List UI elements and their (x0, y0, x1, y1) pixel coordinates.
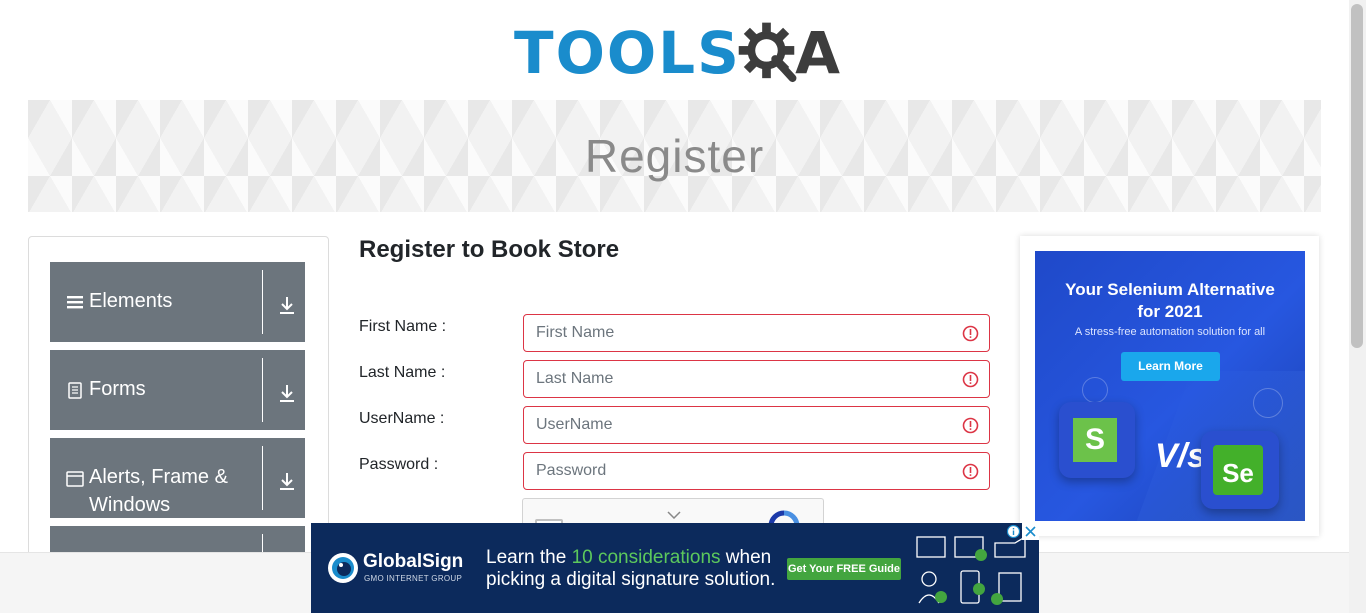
sidebar-group-forms[interactable]: Forms (50, 350, 305, 430)
code-icon (1253, 388, 1283, 418)
ad-msg-line2: picking a digital signature solution. (486, 569, 776, 590)
last-name-label: Last Name : (359, 364, 446, 381)
download-arrow-icon[interactable] (276, 294, 298, 316)
window-icon (66, 471, 84, 487)
document-icon (68, 382, 82, 399)
ad-headline-line1: Your Selenium Alternative (1065, 280, 1275, 299)
error-icon (962, 325, 979, 342)
gear-magnifier-icon (738, 22, 797, 83)
sidebar-group-label-line2: Windows (89, 494, 171, 516)
ad-msg-part2: when (720, 547, 772, 568)
scrollbar-thumb[interactable] (1351, 4, 1363, 348)
logo-text-tools: TOOLS (514, 19, 741, 87)
divider (262, 446, 263, 510)
globalsign-brand-sub: GMO INTERNET GROUP (364, 574, 463, 583)
ad-right-banner[interactable]: Your Selenium Alternative for 2021 A str… (1035, 251, 1305, 521)
error-icon (962, 371, 979, 388)
page-title: Register (584, 130, 765, 182)
katalon-logo: S (1059, 402, 1135, 478)
get-free-guide-button[interactable]: Get Your FREE Guide (787, 558, 901, 580)
selenium-logo: Se (1201, 431, 1279, 509)
last-name-input[interactable] (536, 361, 956, 397)
first-name-field[interactable] (523, 314, 990, 352)
ad-bottom-banner[interactable]: GlobalSign GMO INTERNET GROUP Learn the … (311, 523, 1039, 613)
error-icon (962, 463, 979, 480)
form-title: Register to Book Store (359, 236, 620, 263)
sidebar: Elements Forms Alerts, Frame & Windows (28, 236, 329, 566)
selenium-logo-letters: Se (1213, 445, 1263, 495)
clock-icon (1082, 377, 1108, 403)
ad-msg-part1: Learn the (486, 547, 572, 568)
sidebar-group-label: Alerts, Frame & (89, 466, 228, 488)
ad-headline: Your Selenium Alternative for 2021 (1035, 279, 1305, 323)
learn-more-button[interactable]: Learn More (1121, 352, 1220, 381)
ad-illustration-icons (916, 535, 1026, 605)
sidebar-group-elements[interactable]: Elements (50, 262, 305, 342)
ad-msg-highlight: 10 considerations (571, 547, 721, 568)
password-field[interactable] (523, 452, 990, 490)
divider (262, 270, 263, 334)
close-icon (1025, 526, 1036, 537)
katalon-logo-letter: S (1073, 418, 1117, 462)
error-icon (962, 417, 979, 434)
ad-subtext: A stress-free automation solution for al… (1074, 326, 1266, 338)
ad-bottom-message: Learn the 10 considerations when picking… (486, 547, 775, 591)
ad-headline-line2: for 2021 (1137, 302, 1203, 321)
hamburger-icon (67, 296, 83, 309)
toolsqa-logo[interactable]: TOOLS A (514, 14, 840, 92)
logo-text-a: A (795, 19, 840, 87)
download-arrow-icon[interactable] (276, 470, 298, 492)
divider (262, 358, 263, 422)
ad-info-icon[interactable] (1006, 524, 1021, 539)
globalsign-brand: GlobalSign (363, 551, 464, 572)
username-input[interactable] (536, 407, 956, 443)
password-label: Password : (359, 456, 439, 473)
username-field[interactable] (523, 406, 990, 444)
sidebar-group-alerts-frame-windows[interactable]: Alerts, Frame & Windows (50, 438, 305, 518)
chevron-down-icon (667, 511, 681, 519)
page-banner: Register (28, 100, 1321, 212)
ad-close-button[interactable] (1022, 523, 1039, 540)
last-name-field[interactable] (523, 360, 990, 398)
username-label: UserName : (359, 410, 445, 427)
sidebar-group-label: Elements (89, 290, 173, 312)
page: TOOLS A Register Elements Forms Alerts, … (0, 0, 1366, 613)
first-name-label: First Name : (359, 318, 447, 335)
sidebar-group-label: Forms (89, 378, 146, 400)
globalsign-eye-icon (328, 553, 358, 583)
password-input[interactable] (536, 453, 956, 489)
download-arrow-icon[interactable] (276, 382, 298, 404)
first-name-input[interactable] (536, 315, 956, 351)
versus-text: V/s (1155, 437, 1207, 475)
